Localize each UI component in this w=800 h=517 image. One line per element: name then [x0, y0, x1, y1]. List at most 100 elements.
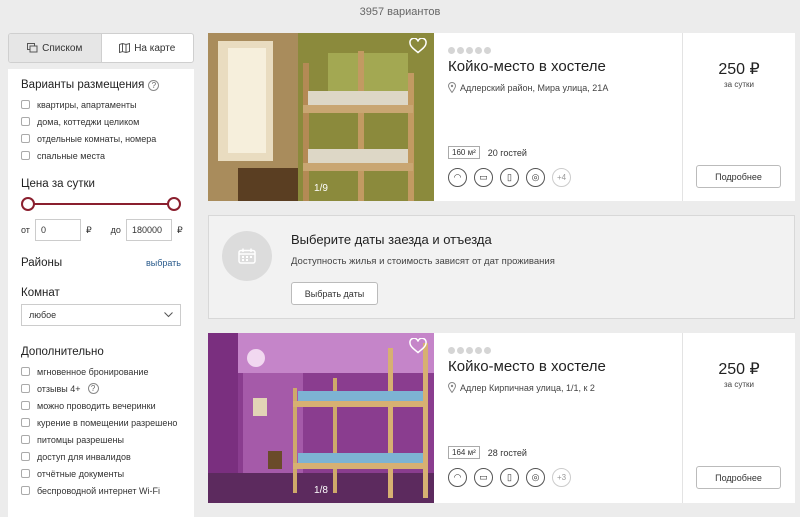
select-dates-button[interactable]: Выбрать даты: [291, 282, 378, 305]
star-icon: [457, 347, 464, 354]
checkbox[interactable]: [21, 486, 30, 495]
checkbox-smoking[interactable]: курение в помещении разрешено: [21, 414, 181, 431]
districts-title: Районы: [21, 257, 63, 269]
wifi-icon: ◠: [448, 468, 467, 487]
districts-select-link[interactable]: выбрать: [146, 258, 181, 268]
listing-meta: 164 м² 28 гостей: [448, 446, 527, 459]
checkbox-label: питомцы разрешены: [37, 434, 124, 445]
listing-card[interactable]: 1/8 Койко-место в хостеле Адлер Кирпична…: [208, 333, 795, 503]
list-view-button[interactable]: Списком: [9, 34, 102, 62]
map-view-button[interactable]: На карте: [102, 34, 194, 62]
checkbox-label: отчётные документы: [37, 468, 125, 479]
checkbox[interactable]: [21, 134, 30, 143]
location-pin-icon: [448, 82, 456, 93]
listing-card[interactable]: 1/9 Койко-место в хостеле Адлерский райо…: [208, 33, 795, 201]
checkbox-reviews[interactable]: отзывы 4+?: [21, 380, 181, 397]
listing-title[interactable]: Койко-место в хостеле: [448, 358, 668, 375]
checkbox-label: отдельные комнаты, номера: [37, 133, 157, 144]
favorite-heart-icon[interactable]: [409, 338, 427, 354]
listing-photo[interactable]: 1/9: [208, 33, 434, 201]
checkbox[interactable]: [21, 452, 30, 461]
price-title: Цена за сутки: [21, 178, 95, 190]
listing-photo[interactable]: 1/8: [208, 333, 434, 503]
filters-sidebar: Списком На карте Варианты размещения ? к…: [8, 33, 194, 517]
checkbox[interactable]: [21, 117, 30, 126]
map-icon: [119, 43, 131, 53]
price-from-input[interactable]: [34, 219, 81, 241]
listing-address-text: Адлерский район, Мира улица, 21А: [460, 82, 609, 93]
details-button[interactable]: Подробнее: [696, 165, 781, 188]
checkbox-documents[interactable]: отчётные документы: [21, 465, 181, 482]
help-icon[interactable]: ?: [87, 383, 99, 394]
listing-info: Койко-место в хостеле Адлер Кирпичная ул…: [434, 333, 682, 503]
checkbox-label: можно проводить вечеринки: [37, 400, 156, 411]
checkbox[interactable]: [21, 418, 30, 427]
checkbox-parties[interactable]: можно проводить вечеринки: [21, 397, 181, 414]
checkbox-rooms[interactable]: отдельные комнаты, номера: [21, 130, 181, 147]
price-range: от ₽ до ₽: [21, 219, 183, 241]
price-from-label: от: [21, 225, 30, 235]
checkbox[interactable]: [21, 384, 30, 393]
guests-count: 28 гостей: [487, 447, 527, 458]
price-slider[interactable]: [21, 195, 181, 213]
listing-address: Адлер Кирпичная улица, 1/1, к 2: [448, 382, 668, 393]
rating-stars: [448, 47, 668, 54]
star-icon: [475, 347, 482, 354]
star-icon: [475, 47, 482, 54]
checkbox-beds[interactable]: спальные места: [21, 147, 181, 164]
fridge-icon: ▯: [500, 168, 519, 187]
listing-address-text: Адлер Кирпичная улица, 1/1, к 2: [460, 382, 595, 393]
currency-symbol: ₽: [176, 224, 183, 235]
calendar-icon: [238, 248, 256, 264]
checkbox-label: курение в помещении разрешено: [37, 417, 178, 428]
price-to-label: до: [110, 225, 121, 235]
price-to-input[interactable]: [125, 219, 172, 241]
list-icon: [27, 43, 38, 53]
guests-count: 20 гостей: [487, 147, 527, 158]
results-count: 3957 вариантов: [359, 6, 441, 18]
listing-price: 250 ₽: [718, 361, 760, 378]
chevron-down-icon: [164, 312, 173, 318]
more-amenities-badge[interactable]: +4: [552, 168, 571, 187]
districts-row: Районы выбрать: [21, 257, 181, 269]
listing-title[interactable]: Койко-место в хостеле: [448, 58, 668, 75]
fridge-icon: ▯: [500, 468, 519, 487]
checkbox-wifi[interactable]: беспроводной интернет Wi-Fi: [21, 482, 181, 499]
details-button[interactable]: Подробнее: [696, 466, 781, 489]
star-icon: [484, 347, 491, 354]
favorite-heart-icon[interactable]: [409, 38, 427, 54]
checkbox[interactable]: [21, 151, 30, 160]
checkbox[interactable]: [21, 367, 30, 376]
checkbox-accessible[interactable]: доступ для инвалидов: [21, 448, 181, 465]
checkbox[interactable]: [21, 100, 30, 109]
star-icon: [448, 347, 455, 354]
help-icon[interactable]: ?: [148, 79, 160, 91]
price-period: за сутки: [724, 80, 754, 89]
extra-title: Дополнительно: [21, 346, 104, 358]
rooms-title: Комнат: [21, 287, 60, 299]
checkbox[interactable]: [21, 435, 30, 444]
rating-stars: [448, 347, 668, 354]
tv-icon: ▭: [474, 168, 493, 187]
checkbox-label: отзывы 4+: [37, 383, 81, 394]
checkbox[interactable]: [21, 401, 30, 410]
price-slider-max-handle[interactable]: [167, 197, 181, 211]
checkbox-label: дома, коттеджи целиком: [37, 116, 140, 127]
checkbox-houses[interactable]: дома, коттеджи целиком: [21, 113, 181, 130]
location-pin-icon: [448, 382, 456, 393]
wifi-icon: ◠: [448, 168, 467, 187]
star-icon: [457, 47, 464, 54]
more-amenities-badge[interactable]: +3: [552, 468, 571, 487]
checkbox-label: мгновенное бронирование: [37, 366, 149, 377]
price-slider-track: [27, 203, 175, 205]
checkbox[interactable]: [21, 469, 30, 478]
star-icon: [466, 47, 473, 54]
photo-counter: 1/9: [314, 183, 328, 194]
checkbox-instant-booking[interactable]: мгновенное бронирование: [21, 363, 181, 380]
checkbox-pets[interactable]: питомцы разрешены: [21, 431, 181, 448]
checkbox-apartments[interactable]: квартиры, апартаменты: [21, 96, 181, 113]
price-slider-min-handle[interactable]: [21, 197, 35, 211]
rooms-select[interactable]: любое: [21, 304, 181, 326]
view-toggle: Списком На карте: [8, 33, 194, 63]
rooms-select-value: любое: [29, 310, 57, 320]
